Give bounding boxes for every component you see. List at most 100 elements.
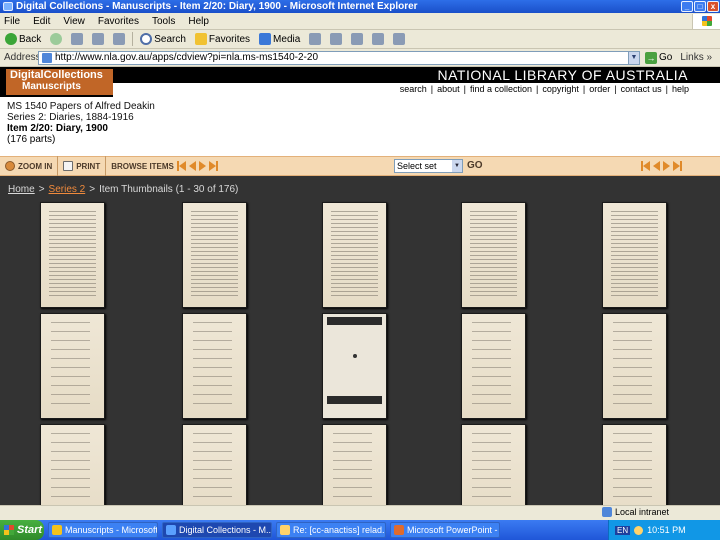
item-parts-count: (176 parts) <box>7 134 56 145</box>
taskbar-item-digital-collections[interactable]: Digital Collections - M... <box>162 522 272 538</box>
chevron-down-icon: ▼ <box>452 160 462 172</box>
toolbar-divider <box>132 32 134 46</box>
start-button[interactable]: Start <box>0 520 44 540</box>
favorites-label: Favorites <box>208 33 251 45</box>
taskbar-item-manuscripts[interactable]: Manuscripts - Microsoft ... <box>48 522 158 538</box>
discuss-button[interactable] <box>391 31 407 47</box>
site-nav: search | about | find a collection | copyri… <box>399 84 689 94</box>
status-bar: Local intranet <box>0 505 720 520</box>
language-indicator[interactable]: EN <box>615 525 631 535</box>
breadcrumb-series[interactable]: Series 2 <box>49 184 86 195</box>
favorites-star-icon <box>194 33 207 45</box>
home-icon <box>113 33 126 45</box>
folder-icon <box>52 525 62 535</box>
last-item-icon[interactable] <box>208 161 218 171</box>
refresh-icon <box>92 33 105 45</box>
breadcrumb-home[interactable]: Home <box>8 184 35 195</box>
taskbar-item-powerpoint[interactable]: Microsoft PowerPoint - [... <box>390 522 500 538</box>
browse-nav-arrows <box>176 161 218 171</box>
page-thumbnail[interactable] <box>461 313 526 419</box>
window-controls: _ □ x <box>681 1 719 12</box>
media-icon <box>259 33 272 45</box>
address-input[interactable]: http://www.nla.gov.au/apps/cdview?pi=nla… <box>38 50 640 65</box>
page-thumbnail[interactable] <box>40 202 105 308</box>
chevron-down-icon[interactable]: ▼ <box>628 51 639 64</box>
menu-favorites[interactable]: Favorites <box>98 16 139 27</box>
item-info: MS 1540 Papers of Alfred Deakin Series 2… <box>0 97 720 156</box>
page-thumbnail[interactable] <box>182 202 247 308</box>
page-thumbnail[interactable] <box>322 313 387 419</box>
history-icon <box>309 33 322 45</box>
menu-edit[interactable]: Edit <box>33 16 50 27</box>
go-set-button[interactable]: GO <box>467 160 483 171</box>
page-thumbnail[interactable] <box>602 313 667 419</box>
nav-search[interactable]: search <box>400 84 427 94</box>
breadcrumb-separator: > <box>89 184 96 195</box>
browser-toolbar: Back Search Favorites Media <box>0 30 720 49</box>
library-name: NATIONAL LIBRARY OF AUSTRALIA <box>437 67 688 83</box>
search-button[interactable]: Search <box>138 31 188 47</box>
print-button[interactable]: PRINT <box>58 156 107 176</box>
previous-item-icon[interactable] <box>188 161 196 171</box>
edit-button[interactable] <box>370 31 386 47</box>
history-button[interactable] <box>307 31 323 47</box>
powerpoint-icon <box>394 525 404 535</box>
ie-icon <box>166 525 176 535</box>
menu-tools[interactable]: Tools <box>152 16 175 27</box>
print-toolbar-button[interactable] <box>349 31 365 47</box>
first-item-icon[interactable] <box>176 161 186 171</box>
maximize-button[interactable]: □ <box>694 1 706 12</box>
digital-collections-logo[interactable]: DigitalCollections Manuscripts <box>6 69 113 95</box>
window-title: Digital Collections - Manuscripts - Item… <box>16 1 418 12</box>
home-button[interactable] <box>111 31 127 47</box>
windows-logo-icon <box>692 13 720 29</box>
mail-button[interactable] <box>328 31 344 47</box>
zoom-in-button[interactable]: ZOOM IN <box>0 156 59 176</box>
search-icon <box>140 33 153 45</box>
next-item-icon[interactable] <box>198 161 206 171</box>
favorites-button[interactable]: Favorites <box>193 31 252 47</box>
nav-contact[interactable]: contact us <box>621 84 662 94</box>
page-thumbnail[interactable] <box>182 313 247 419</box>
next-page-icon[interactable] <box>663 161 670 171</box>
back-label: Back <box>19 33 42 45</box>
windows-flag-icon <box>4 525 14 535</box>
stop-icon <box>71 33 84 45</box>
forward-button[interactable] <box>48 31 64 47</box>
back-button[interactable]: Back <box>3 31 43 47</box>
go-button[interactable]: → Go <box>645 51 672 64</box>
previous-page-icon[interactable] <box>653 161 660 171</box>
nav-about[interactable]: about <box>437 84 460 94</box>
browse-items-label: BROWSE ITEMS <box>111 161 174 171</box>
close-button[interactable]: x <box>707 1 719 12</box>
zoom-in-label: ZOOM IN <box>18 161 53 171</box>
refresh-button[interactable] <box>90 31 106 47</box>
tray-icon[interactable] <box>634 525 644 535</box>
stop-button[interactable] <box>69 31 85 47</box>
nav-order[interactable]: order <box>589 84 610 94</box>
nav-help[interactable]: help <box>672 84 689 94</box>
address-url: http://www.nla.gov.au/apps/cdview?pi=nla… <box>55 52 319 63</box>
nav-copyright[interactable]: copyright <box>542 84 579 94</box>
menu-file[interactable]: File <box>4 16 20 27</box>
menu-help[interactable]: Help <box>188 16 209 27</box>
page-thumbnail[interactable] <box>40 313 105 419</box>
thumbnail-gallery: Home > Series 2 > Item Thumbnails (1 - 3… <box>0 176 720 520</box>
task-label: Manuscripts - Microsoft ... <box>65 525 158 535</box>
last-page-icon[interactable] <box>673 161 682 171</box>
select-set-dropdown[interactable]: Select set ▼ <box>394 159 463 173</box>
first-page-icon[interactable] <box>641 161 650 171</box>
menu-view[interactable]: View <box>63 16 85 27</box>
breadcrumb-separator: > <box>38 184 45 195</box>
media-button[interactable]: Media <box>257 31 302 47</box>
minimize-button[interactable]: _ <box>681 1 693 12</box>
page-thumbnail[interactable] <box>461 202 526 308</box>
page-thumbnail[interactable] <box>602 202 667 308</box>
taskbar-item-mail[interactable]: Re: [cc-anactiss] relad... <box>276 522 386 538</box>
browse-items: BROWSE ITEMS <box>106 156 223 176</box>
nav-find-collection[interactable]: find a collection <box>470 84 532 94</box>
breadcrumb-current: Item Thumbnails (1 - 30 of 176) <box>99 184 239 195</box>
window-title-bar: Digital Collections - Manuscripts - Item… <box>0 0 720 13</box>
links-button[interactable]: Links » <box>680 52 712 63</box>
page-thumbnail[interactable] <box>322 202 387 308</box>
